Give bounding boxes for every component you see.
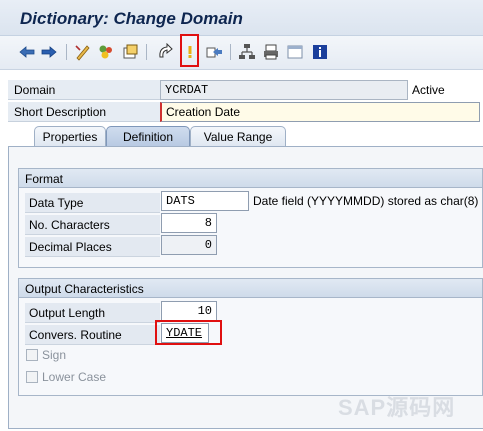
domain-label: Domain [8, 80, 160, 100]
info-icon[interactable] [311, 43, 329, 61]
data-type-label: Data Type [25, 193, 160, 213]
output-length-label: Output Length [25, 303, 160, 323]
lower-case-label: Lower Case [42, 370, 107, 384]
tab-value-range[interactable]: Value Range [190, 126, 286, 146]
format-group-title: Format [19, 169, 482, 188]
other-object-icon[interactable] [97, 43, 115, 61]
display-object-list-icon[interactable] [286, 43, 304, 61]
short-description-label: Short Description [8, 102, 160, 122]
watermark: SAP源码网 [338, 395, 456, 420]
sign-checkbox[interactable] [26, 349, 38, 361]
print-icon[interactable] [262, 43, 280, 61]
decimal-places-field[interactable]: 0 [161, 235, 217, 255]
display-change-icon[interactable] [74, 43, 92, 61]
decimal-places-label: Decimal Places [25, 237, 160, 257]
output-group-title: Output Characteristics [19, 279, 482, 298]
conversion-routine-label: Convers. Routine [25, 325, 160, 345]
data-type-field[interactable]: DATS [161, 191, 249, 211]
title-bar: Dictionary: Change Domain [0, 0, 483, 36]
sign-label: Sign [42, 348, 67, 362]
application-toolbar [0, 36, 483, 70]
forward-icon[interactable] [40, 43, 58, 61]
tab-properties[interactable]: Properties [34, 126, 106, 146]
window-title: Dictionary: Change Domain [20, 9, 243, 28]
check-icon[interactable] [121, 43, 139, 61]
activate-icon[interactable] [156, 43, 174, 61]
domain-field[interactable]: YCRDAT [160, 80, 408, 100]
short-description-field[interactable]: Creation Date [160, 102, 480, 122]
back-icon[interactable] [18, 43, 36, 61]
status-text: Active [412, 83, 445, 97]
hierarchy-icon[interactable] [238, 43, 256, 61]
where-used-icon-highlight [180, 34, 199, 67]
no-characters-field[interactable]: 8 [161, 213, 217, 233]
navigate-icon[interactable] [205, 43, 223, 61]
toolbar-separator [66, 44, 67, 60]
data-type-description: Date field (YYYYMMDD) stored as char(8) [253, 194, 479, 208]
format-group: Format Data Type DATS Date field (YYYYMM… [18, 168, 483, 268]
output-length-field[interactable]: 10 [161, 301, 217, 321]
toolbar-separator [146, 44, 147, 60]
tab-definition[interactable]: Definition [106, 126, 190, 147]
lower-case-checkbox[interactable] [26, 371, 38, 383]
conversion-routine-highlight [155, 320, 222, 345]
toolbar-separator [230, 44, 231, 60]
no-characters-label: No. Characters [25, 215, 160, 235]
